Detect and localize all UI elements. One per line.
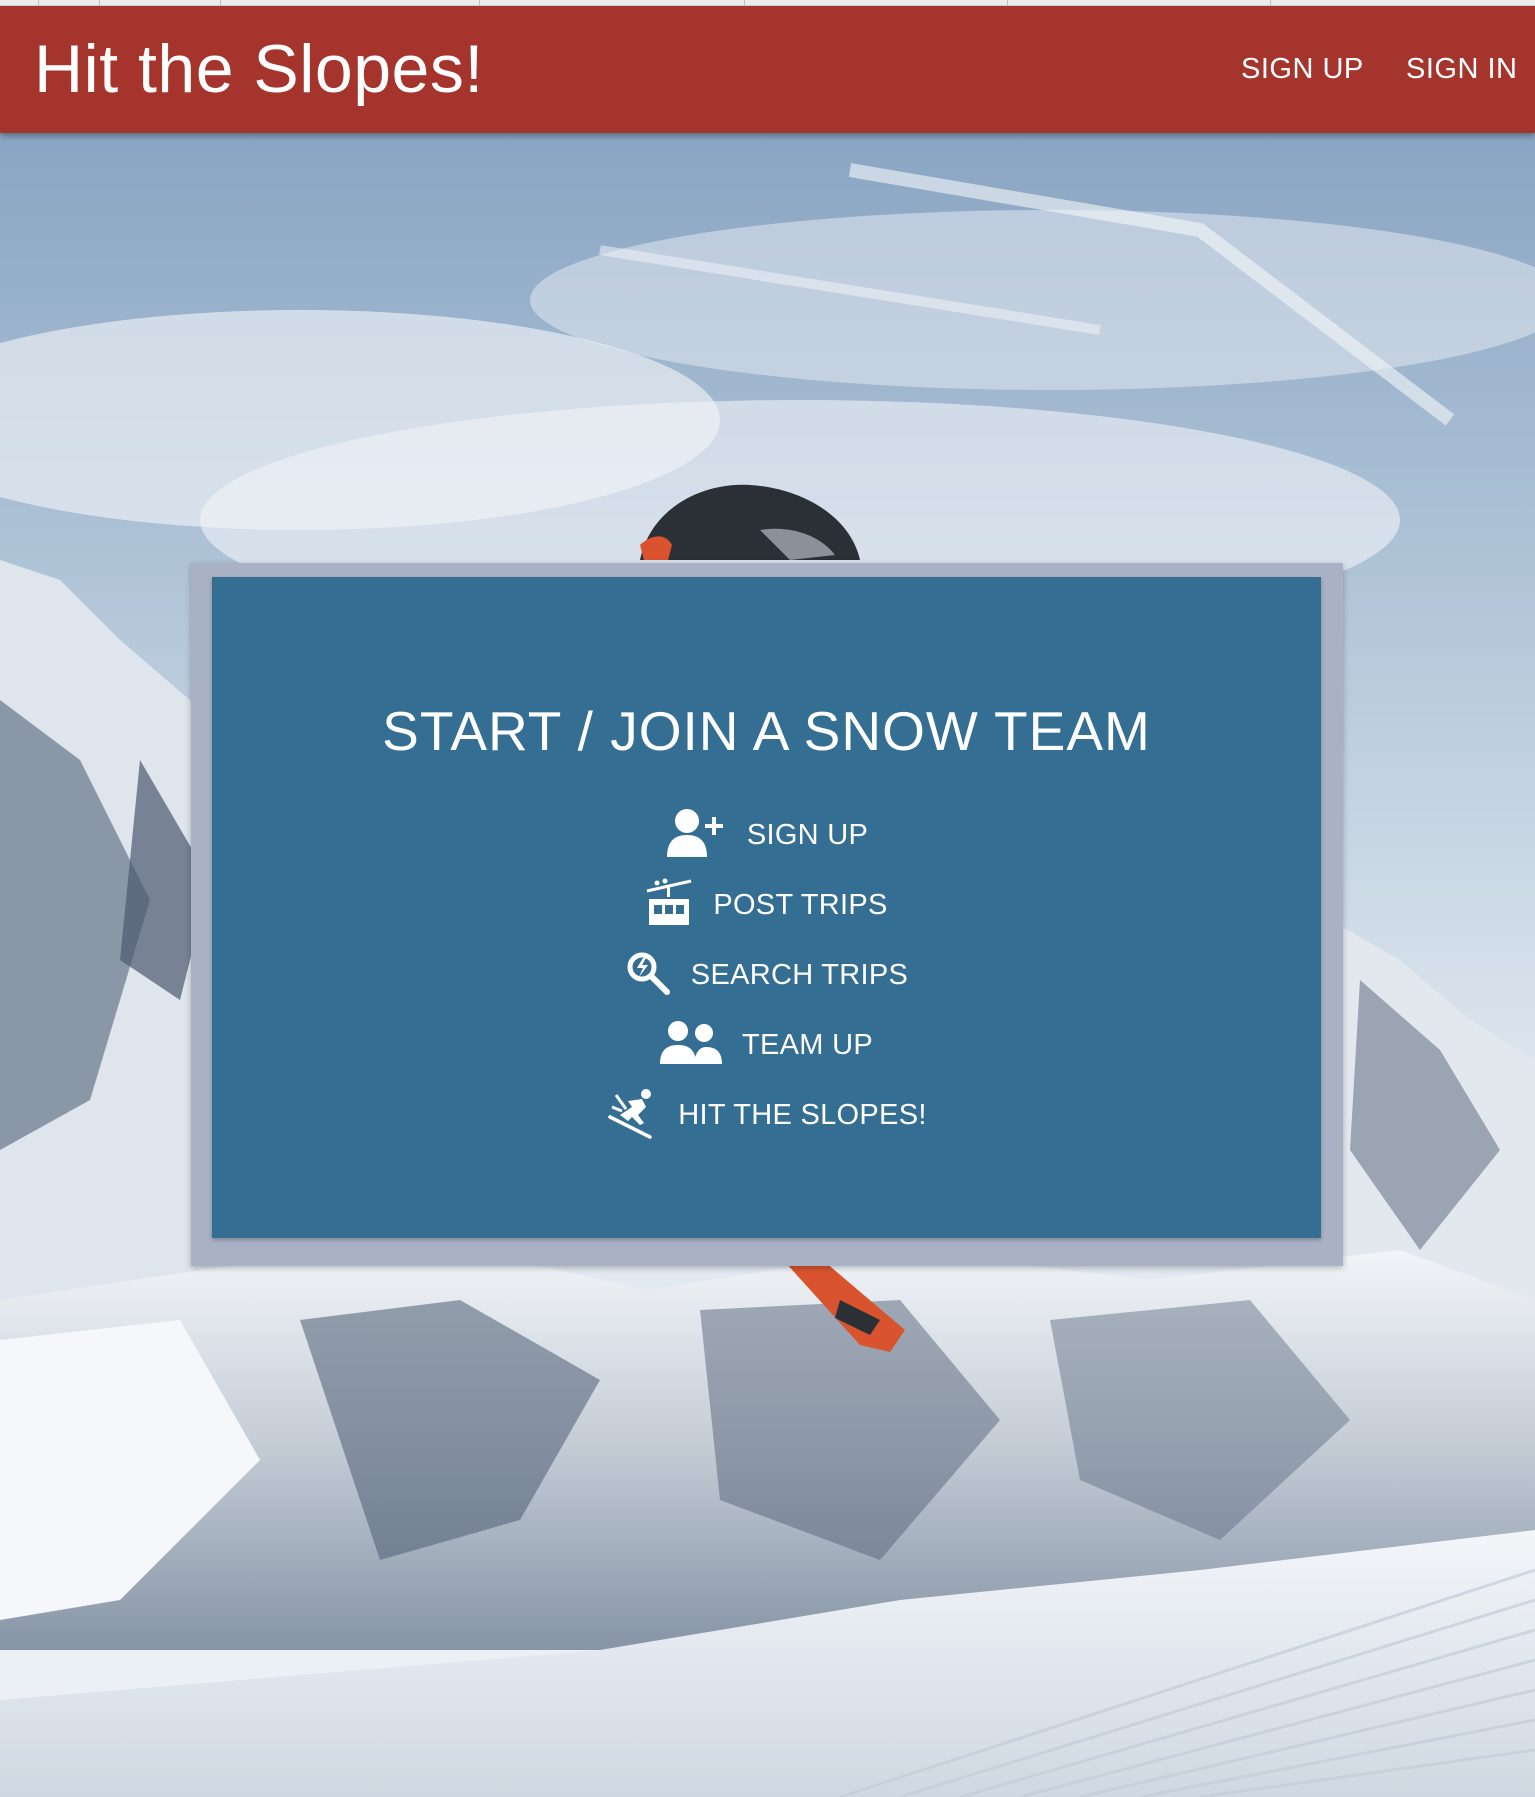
feature-label: HIT THE SLOPES! bbox=[678, 1099, 927, 1131]
feature-search-trips: SEARCH TRIPS bbox=[212, 947, 1321, 1003]
nav-sign-in-link[interactable]: SIGN IN bbox=[1406, 51, 1517, 87]
card-title: START / JOIN A SNOW TEAM bbox=[382, 700, 1151, 762]
feature-label: SIGN UP bbox=[746, 819, 869, 851]
app-header: Hit the Slopes! SIGN UP SIGN IN bbox=[0, 5, 1535, 133]
feature-post-trips: POST TRIPS bbox=[212, 877, 1321, 933]
feature-team-up: TEAM UP bbox=[212, 1017, 1321, 1073]
team-users-icon bbox=[660, 1020, 722, 1071]
search-trips-icon bbox=[625, 950, 671, 1001]
feature-card: START / JOIN A SNOW TEAM SIGN UP POST TR… bbox=[212, 577, 1321, 1238]
browser-tab-strip bbox=[0, 0, 1535, 6]
feature-sign-up: SIGN UP bbox=[212, 807, 1321, 863]
feature-label: TEAM UP bbox=[742, 1029, 873, 1061]
feature-label: POST TRIPS bbox=[713, 889, 888, 921]
feature-hit-the-slopes: HIT THE SLOPES! bbox=[212, 1087, 1321, 1143]
feature-label: SEARCH TRIPS bbox=[690, 959, 909, 991]
nav-sign-up-link[interactable]: SIGN UP bbox=[1241, 51, 1364, 87]
add-user-icon bbox=[665, 807, 727, 864]
brand-title[interactable]: Hit the Slopes! bbox=[34, 29, 484, 109]
gondola-lift-icon bbox=[645, 877, 693, 934]
skier-icon bbox=[606, 1087, 658, 1144]
card-frame: START / JOIN A SNOW TEAM SIGN UP POST TR… bbox=[191, 563, 1343, 1266]
page: Hit the Slopes! SIGN UP SIGN IN START / … bbox=[0, 0, 1535, 1797]
